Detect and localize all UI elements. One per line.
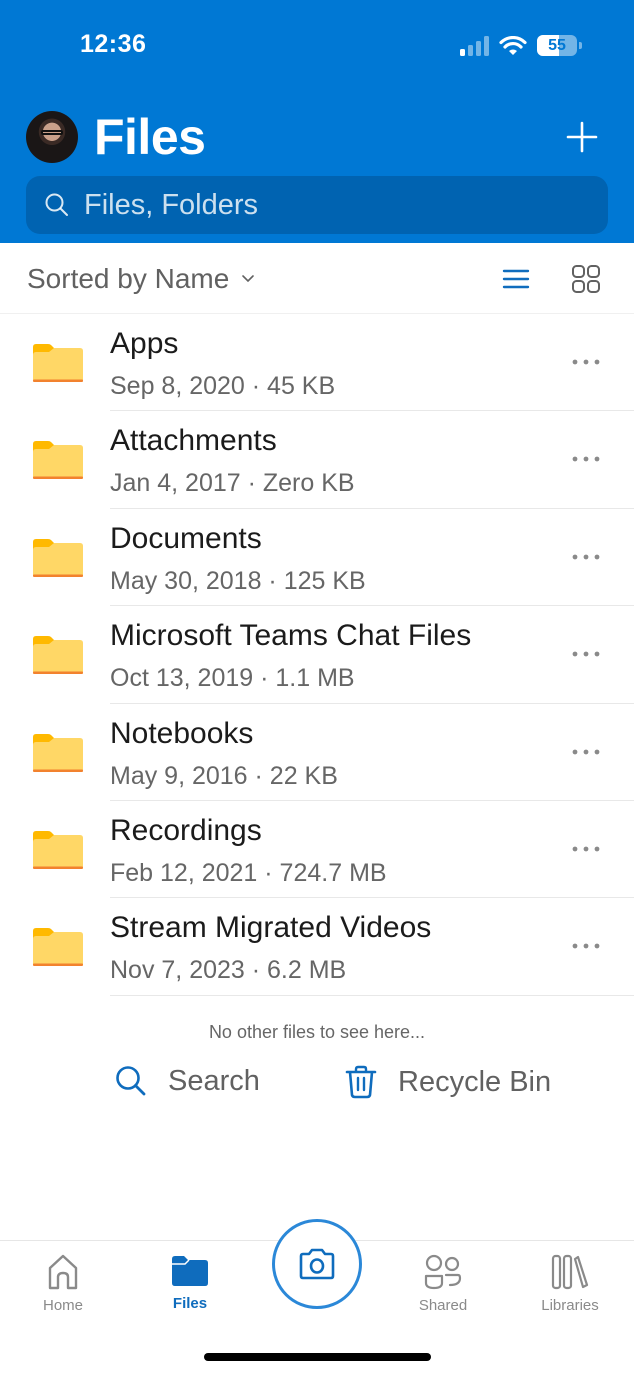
recycle-bin-button[interactable]: Recycle Bin [344, 1064, 551, 1100]
file-row[interactable]: Notebooks May 9, 2016 · 22 KB [0, 704, 634, 801]
home-icon [48, 1254, 78, 1290]
more-icon [572, 554, 600, 560]
folder-icon [33, 928, 83, 967]
battery-cap [579, 42, 582, 49]
folder-icon [33, 830, 83, 869]
plus-icon [566, 121, 598, 153]
file-name: Recordings [110, 813, 262, 847]
file-row[interactable]: Attachments Jan 4, 2017 · Zero KB [0, 411, 634, 509]
more-options-button[interactable] [568, 447, 604, 471]
more-icon [572, 846, 600, 852]
folder-icon [33, 636, 83, 675]
sort-bar: Sorted by Name [0, 243, 634, 314]
header: 12:36 55 Files [0, 0, 634, 243]
more-options-button[interactable] [568, 934, 604, 958]
battery-icon: 55 [537, 35, 577, 56]
more-icon [572, 359, 600, 365]
folder-icon [172, 1256, 208, 1286]
status-icons: 55 [460, 35, 582, 56]
list-icon [502, 269, 530, 289]
file-name: Attachments [110, 424, 277, 458]
status-time: 12:36 [80, 30, 147, 58]
avatar-glasses [41, 130, 63, 135]
tab-libraries-label: Libraries [541, 1297, 599, 1314]
more-options-button[interactable] [568, 642, 604, 666]
row-divider [110, 994, 634, 996]
tab-shared-label: Shared [418, 1297, 468, 1314]
more-icon [572, 651, 600, 657]
tab-libraries[interactable]: Libraries [520, 1253, 620, 1314]
folder-icon [33, 733, 83, 772]
folder-icon [33, 538, 83, 577]
file-meta: May 30, 2018 · 125 KB [110, 566, 366, 595]
list-view-button[interactable] [500, 263, 532, 295]
shared-icon [424, 1254, 462, 1290]
tab-home[interactable]: Home [13, 1253, 113, 1314]
file-name: Documents [110, 521, 262, 555]
file-name: Stream Migrated Videos [110, 911, 432, 945]
empty-note: No other files to see here... [208, 1022, 426, 1042]
more-icon [572, 943, 600, 949]
file-row[interactable]: Microsoft Teams Chat Files Oct 13, 2019 … [0, 606, 634, 704]
sort-dropdown[interactable]: Sorted by Name [27, 263, 255, 295]
camera-icon [299, 1248, 335, 1280]
file-meta: Feb 12, 2021 · 724.7 MB [110, 858, 387, 887]
search-bar[interactable] [26, 176, 608, 234]
file-meta: May 9, 2016 · 22 KB [110, 761, 338, 790]
wifi-icon [499, 35, 527, 55]
tab-home-label: Home [42, 1297, 83, 1314]
user-avatar[interactable] [26, 111, 78, 163]
search-button-label: Search [168, 1064, 260, 1097]
search-icon [116, 1066, 146, 1096]
tab-files[interactable]: Files [140, 1253, 240, 1312]
add-button[interactable] [560, 115, 604, 159]
battery-percent: 55 [548, 36, 566, 54]
search-button[interactable]: Search [114, 1064, 260, 1098]
file-name: Notebooks [110, 716, 254, 750]
page-title: Files [94, 109, 206, 165]
file-row[interactable]: Documents May 30, 2018 · 125 KB [0, 509, 634, 607]
file-row[interactable]: Apps Sep 8, 2020 · 45 KB [0, 314, 634, 412]
file-meta: Jan 4, 2017 · Zero KB [110, 469, 355, 498]
folder-icon [33, 441, 83, 480]
cellular-signal-icon [460, 35, 489, 56]
more-options-button[interactable] [568, 837, 604, 861]
chevron-down-icon [242, 275, 255, 283]
file-name: Apps [110, 327, 179, 360]
file-row[interactable]: Stream Migrated Videos Nov 7, 2023 · 6.2… [0, 898, 634, 996]
sort-label: Sorted by Name [27, 263, 230, 294]
file-name: Microsoft Teams Chat Files [110, 619, 472, 653]
search-input[interactable] [84, 188, 564, 222]
file-meta: Nov 7, 2023 · 6.2 MB [110, 956, 347, 985]
search-icon [45, 193, 68, 216]
trash-icon [345, 1065, 377, 1099]
file-list: Apps Sep 8, 2020 · 45 KB Attachments Jan… [0, 314, 634, 996]
more-options-button[interactable] [568, 740, 604, 764]
file-meta: Sep 8, 2020 · 45 KB [110, 372, 336, 400]
tab-files-label: Files [172, 1295, 208, 1312]
file-row[interactable]: Recordings Feb 12, 2021 · 724.7 MB [0, 801, 634, 899]
libraries-icon [551, 1254, 589, 1290]
recycle-bin-label: Recycle Bin [398, 1065, 552, 1098]
more-options-button[interactable] [568, 350, 604, 374]
more-options-button[interactable] [568, 545, 604, 569]
camera-button[interactable] [272, 1219, 362, 1309]
home-indicator [204, 1353, 431, 1361]
more-icon [572, 749, 600, 754]
tab-shared[interactable]: Shared [393, 1253, 493, 1314]
more-icon [572, 456, 600, 462]
folder-icon [33, 344, 83, 382]
grid-view-button[interactable] [570, 263, 602, 295]
file-meta: Oct 13, 2019 · 1.1 MB [110, 664, 355, 693]
grid-icon [572, 265, 600, 293]
